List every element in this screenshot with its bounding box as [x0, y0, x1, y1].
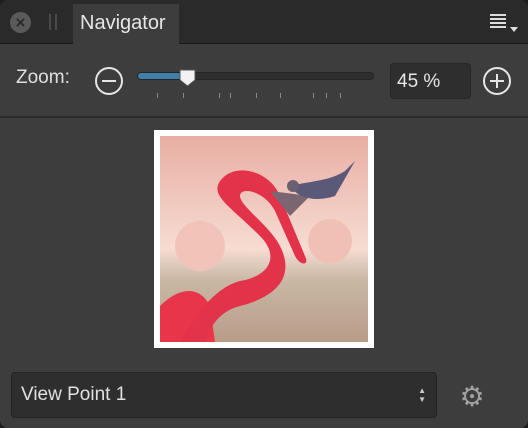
- divider: [0, 116, 528, 118]
- slider-tick: [280, 93, 281, 98]
- grip-handle[interactable]: [49, 14, 57, 30]
- preview-image: [160, 136, 368, 342]
- zoom-in-icon[interactable]: [483, 67, 511, 95]
- navigator-panel: × Navigator Zoom: 45 % View Point 1 ▲ ▼ ⚙: [0, 0, 528, 428]
- slider-tick: [157, 93, 158, 98]
- zoom-slider[interactable]: [137, 72, 374, 80]
- panel-menu-icon[interactable]: [490, 14, 518, 34]
- viewpoint-selected: View Point 1: [21, 384, 127, 405]
- zoom-label: Zoom:: [16, 67, 70, 88]
- slider-tick: [313, 93, 314, 98]
- tab-navigator[interactable]: Navigator: [73, 4, 179, 45]
- tab-bar: × Navigator: [0, 0, 528, 45]
- slider-tick: [230, 93, 231, 98]
- select-arrows-icon: ▲ ▼: [418, 386, 426, 404]
- zoom-slider-thumb[interactable]: [179, 69, 196, 87]
- zoom-out-icon[interactable]: [95, 67, 123, 95]
- navigator-preview[interactable]: [154, 130, 374, 348]
- slider-tick: [183, 93, 184, 98]
- zoom-value-field[interactable]: 45 %: [390, 63, 471, 99]
- slider-tick: [340, 93, 341, 98]
- viewpoint-select[interactable]: View Point 1 ▲ ▼: [11, 372, 437, 418]
- slider-tick: [219, 93, 220, 98]
- slider-tick: [256, 93, 257, 98]
- slider-tick: [326, 93, 327, 98]
- gear-icon[interactable]: ⚙: [458, 383, 486, 411]
- close-icon[interactable]: ×: [10, 12, 31, 33]
